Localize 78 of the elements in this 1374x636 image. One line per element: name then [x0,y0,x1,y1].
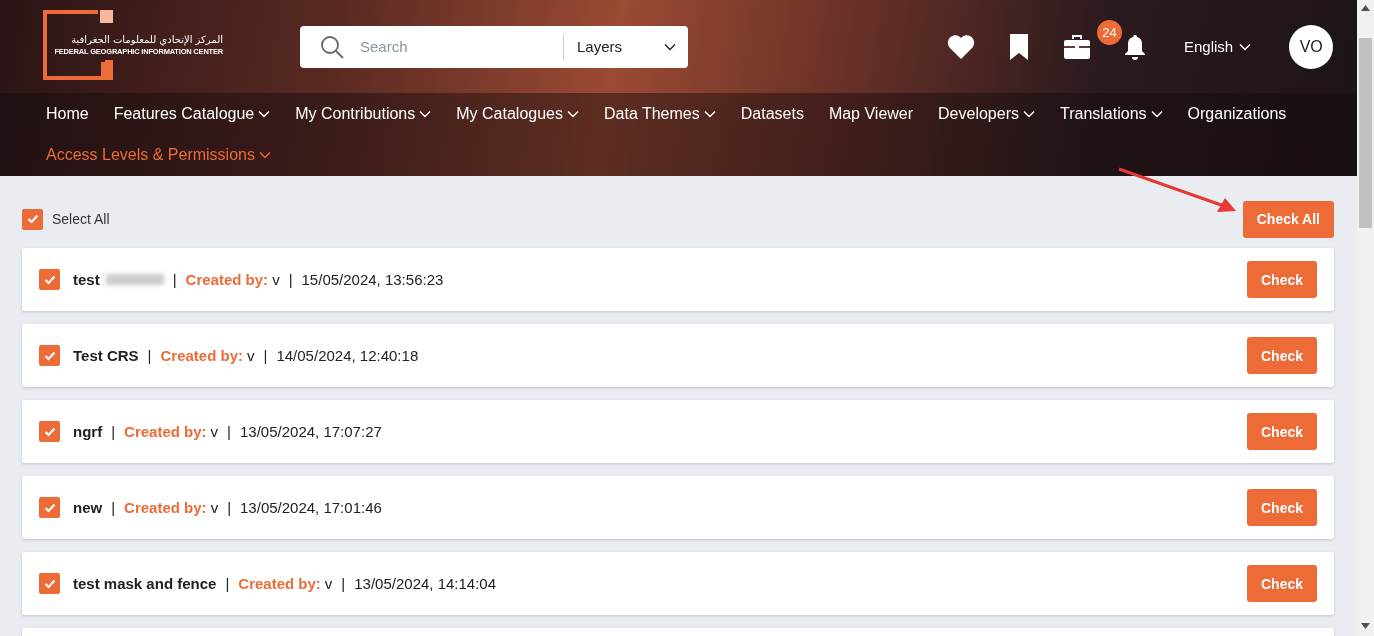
creator-name: v [247,347,255,364]
separator: | [227,499,232,516]
language-dropdown[interactable]: English [1184,38,1252,55]
select-all-checkbox[interactable] [22,208,43,230]
redacted-text [105,274,164,285]
notification-badge: 24 [1097,19,1122,45]
separator: | [227,423,231,440]
nav-menu-item[interactable]: Translations [1060,103,1163,125]
briefcase-icon[interactable] [1064,34,1090,59]
item-title: new [73,499,103,516]
separator: | [341,575,346,592]
checkmark-icon [43,274,56,285]
nav-menu-item[interactable]: Home [46,103,89,125]
item-date: 13/05/2024, 17:07:27 [240,423,382,440]
nav-menu-item[interactable]: Organizations [1187,103,1287,125]
item-checkbox[interactable] [39,269,60,290]
creator-name: v [272,271,280,288]
item-checkbox[interactable] [39,497,60,518]
creator-name: v [210,499,219,516]
caret-icon [1023,110,1035,118]
caret-icon [664,42,676,51]
created-by-label: Created by: [160,347,243,364]
created-by-label: Created by: [124,423,207,440]
created-by-label: Created by: [238,575,321,592]
separator: | [263,347,268,364]
search-icon [320,34,344,59]
scroll-down-icon[interactable] [1361,623,1370,629]
created-by-label: Created by: [124,499,207,516]
separator: | [288,271,293,288]
caret-icon [1150,110,1163,118]
checkmark-icon [43,502,56,513]
item-date: 14/05/2024, 12:40:18 [276,347,419,364]
checkmark-icon [43,578,56,589]
separator: | [225,575,230,592]
user-avatar[interactable]: VO [1289,24,1334,69]
item-title: test [73,271,100,288]
separator: | [172,271,177,288]
checkmark-icon [26,214,39,224]
item-title: ngrf [73,423,103,440]
scroll-up-icon[interactable] [1361,5,1370,11]
layers-dropdown[interactable]: Layers [562,33,688,60]
item-checkbox[interactable] [39,421,60,442]
separator: | [111,499,116,516]
item-date: 15/05/2024, 13:56:23 [301,271,444,288]
caret-icon [258,110,271,118]
checkmark-icon [43,350,56,361]
heart-icon[interactable] [947,34,975,59]
item-checkbox[interactable] [39,573,60,594]
caret-icon [567,110,579,118]
separator: | [111,423,116,440]
bell-icon[interactable] [1123,33,1147,60]
scrollbar[interactable] [1357,0,1374,636]
bookmark-icon[interactable] [1009,33,1029,60]
scrollbar-thumb[interactable] [1359,38,1372,228]
nav-menu-item[interactable]: Access Levels & Permissions [46,144,271,166]
nav-menu-item[interactable]: Data Themes [604,103,716,125]
nav-menu-item[interactable]: Map Viewer [828,103,914,125]
creator-name: v [324,575,333,592]
search-field[interactable]: Search Layers [300,25,688,68]
select-all-label: Select All [52,211,110,227]
separator: | [147,347,152,364]
checkmark-icon [43,426,56,437]
nav-menu-item[interactable]: Features Catalogue [113,103,271,125]
nav-menu-item[interactable]: Developers [938,103,1035,125]
item-date: 13/05/2024, 14:14:04 [354,575,497,592]
nav-menu-item[interactable]: My Catalogues [456,103,579,125]
creator-name: v [210,423,219,440]
caret-icon [1239,42,1252,51]
item-checkbox[interactable] [39,345,60,366]
nav-menu-item[interactable]: My Contributions [295,103,432,125]
item-title: test mask and fence [73,575,217,592]
caret-icon [703,110,716,118]
nav-menu-item[interactable]: Datasets [740,103,804,125]
caret-icon [419,110,432,118]
item-date: 13/05/2024, 17:01:46 [240,499,382,516]
caret-icon [258,151,271,159]
created-by-label: Created by: [185,271,269,288]
item-title: Test CRS [73,347,139,364]
